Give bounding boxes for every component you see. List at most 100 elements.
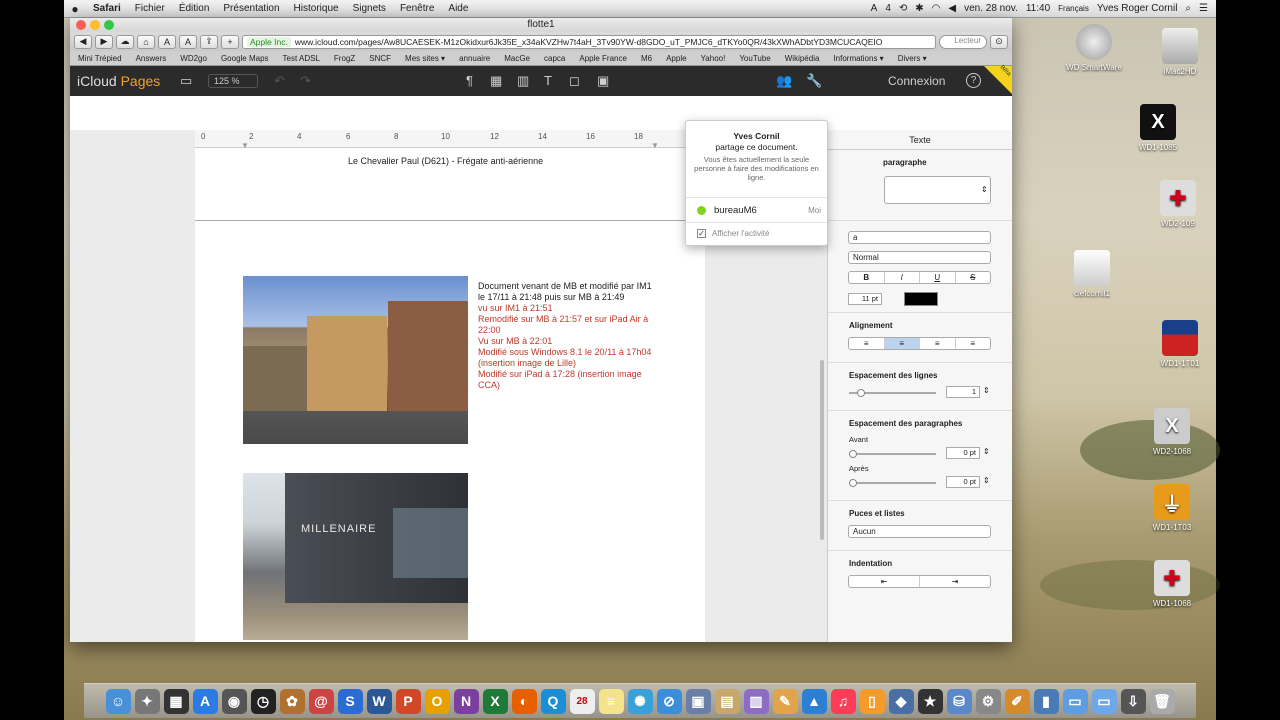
onenote-icon[interactable]: N — [453, 688, 479, 714]
shape-icon[interactable]: ◻ — [569, 73, 580, 89]
line-spacing-field[interactable]: 1 — [946, 386, 980, 398]
home-icon[interactable]: ⌂ — [137, 34, 155, 49]
outlook-icon[interactable]: O — [424, 688, 450, 714]
login-link[interactable]: Connexion — [888, 74, 945, 88]
bookmark-item[interactable]: Test ADSL — [283, 54, 320, 63]
tab-texte[interactable]: Texte — [828, 130, 1012, 150]
ibooks-icon[interactable]: ▯ — [859, 688, 885, 714]
bullets-select[interactable]: Aucun — [848, 525, 991, 538]
font-weight-select[interactable]: Normal — [848, 251, 991, 264]
align-left-icon[interactable]: ≡ — [849, 338, 885, 349]
text-smaller-icon[interactable]: A — [158, 34, 176, 49]
bookmark-item[interactable]: Informations ▾ — [833, 54, 883, 63]
new-tab-icon[interactable]: + — [221, 34, 239, 49]
pages-icon[interactable]: ✎ — [772, 688, 798, 714]
bookmark-item[interactable]: MacGe — [504, 54, 530, 63]
desktop-icon[interactable]: WD SmartWare — [1054, 24, 1134, 72]
calendar-icon[interactable]: 28 — [569, 688, 595, 714]
menu-safari[interactable]: Safari — [86, 3, 128, 14]
notification-center-icon[interactable]: ☰ — [1199, 3, 1208, 14]
bookmark-item[interactable]: FrogZ — [334, 54, 355, 63]
textedit-icon[interactable]: ✐ — [1004, 688, 1030, 714]
excel-icon[interactable]: X — [482, 688, 508, 714]
bookmark-item[interactable]: Wikipédia — [785, 54, 820, 63]
bookmark-item[interactable]: Mes sites ▾ — [405, 54, 445, 63]
image-icon[interactable]: ▣ — [597, 73, 609, 89]
document-scrollbar[interactable] — [820, 360, 824, 540]
indent-marker-icon[interactable]: ▼ — [241, 141, 249, 150]
reader-button[interactable]: Lecteur — [939, 34, 987, 49]
bluetooth-icon[interactable]: ✱ — [915, 3, 923, 14]
decrease-indent-icon[interactable]: ⇤ — [849, 576, 920, 587]
after-field[interactable]: 0 pt — [946, 476, 980, 488]
text-box-icon[interactable]: T — [544, 73, 552, 88]
keynote-icon[interactable]: ▤ — [714, 688, 740, 714]
document-header[interactable]: Le Chevalier Paul (D621) - Frégate anti-… — [348, 156, 543, 166]
timemachine-icon[interactable]: ⟲ — [899, 3, 907, 14]
document-page[interactable]: Le Chevalier Paul (D621) - Frégate anti-… — [195, 130, 705, 642]
menu-presentation[interactable]: Présentation — [216, 3, 286, 14]
certificate-badge[interactable]: Apple Inc. — [247, 36, 291, 47]
increase-indent-icon[interactable]: ⇥ — [920, 576, 990, 587]
italic-button[interactable]: I — [885, 272, 920, 283]
dashboard-icon[interactable]: ◷ — [250, 688, 276, 714]
dropbox-icon[interactable]: ◆ — [888, 688, 914, 714]
bookmark-item[interactable]: SNCF — [369, 54, 391, 63]
close-icon[interactable] — [76, 20, 86, 30]
font-select[interactable]: a — [848, 231, 991, 244]
apple-menu-icon[interactable]: ● — [64, 2, 86, 16]
bookmark-item[interactable]: M6 — [641, 54, 652, 63]
bookmark-item[interactable]: capca — [544, 54, 565, 63]
stepper-icon[interactable]: ⇕ — [983, 476, 990, 485]
menubar-time[interactable]: 11:40 — [1026, 3, 1050, 14]
wifi-icon[interactable]: ◠ — [932, 3, 941, 14]
trash-icon[interactable]: 🗑 — [1149, 688, 1175, 714]
itunes-icon[interactable]: ♫ — [830, 688, 856, 714]
finder-icon[interactable]: ☺ — [105, 688, 131, 714]
disk-utility-icon[interactable]: ⛁ — [946, 688, 972, 714]
bookmark-item[interactable]: annuaire — [459, 54, 490, 63]
camera-icon[interactable]: ◉ — [221, 688, 247, 714]
zoom-select[interactable]: 125 % — [208, 74, 258, 88]
user-name[interactable]: Yves Roger Cornil — [1097, 3, 1178, 14]
powerpoint-icon[interactable]: P — [395, 688, 421, 714]
millenaire-photo[interactable]: MILLENAIRE — [243, 473, 468, 640]
before-field[interactable]: 0 pt — [946, 447, 980, 459]
paragraph-style-select[interactable] — [884, 176, 991, 204]
minimize-icon[interactable] — [90, 20, 100, 30]
image-capture-icon[interactable]: ▣ — [685, 688, 711, 714]
mission-control-icon[interactable]: ▦ — [163, 688, 189, 714]
imovie-icon[interactable]: ★ — [917, 688, 943, 714]
bookmark-item[interactable]: Google Maps — [221, 54, 269, 63]
terminal-icon[interactable]: ▮ — [1033, 688, 1059, 714]
desktop-icon[interactable]: X WD2-1068 — [1132, 408, 1212, 456]
desktop-icon[interactable]: clefcornil1 — [1052, 250, 1132, 298]
align-center-icon[interactable]: ≡ — [884, 338, 920, 349]
right-margin-marker-icon[interactable]: ▼ — [651, 141, 659, 150]
zoom-icon[interactable] — [104, 20, 114, 30]
desktop-icon[interactable]: ⏚ WD1-1T03 — [1132, 484, 1212, 532]
strikethrough-button[interactable]: S — [956, 272, 991, 283]
bookmark-item[interactable]: WD2go — [180, 54, 207, 63]
underline-button[interactable]: U — [920, 272, 956, 283]
contacts-icon[interactable]: @ — [308, 688, 334, 714]
desktop-icon[interactable]: ✚ WD1-1068 — [1132, 560, 1212, 608]
bookmark-item[interactable]: Apple — [666, 54, 686, 63]
after-slider[interactable] — [849, 479, 936, 487]
bold-button[interactable]: B — [849, 272, 885, 283]
redo-icon[interactable]: ↷ — [300, 73, 311, 89]
collaborators-icon[interactable]: 👥 — [776, 73, 792, 89]
bookmark-item[interactable]: YouTube — [739, 54, 770, 63]
document-body[interactable]: Document venant de MB et modifié par IM1… — [478, 281, 653, 391]
table-icon[interactable]: ▦ — [490, 73, 502, 89]
font-size-field[interactable]: 11 pt — [848, 293, 882, 305]
firefox-icon[interactable]: ◐ — [511, 688, 537, 714]
applications-folder-icon[interactable]: ▭ — [1062, 688, 1088, 714]
menu-aide[interactable]: Aide — [441, 3, 475, 14]
input-language[interactable]: Français — [1058, 4, 1089, 13]
photos-icon[interactable]: ✿ — [279, 688, 305, 714]
formatting-marks-icon[interactable]: ¶ — [466, 73, 473, 88]
downloads-stack-icon[interactable]: ⇩ — [1120, 688, 1146, 714]
app-store-icon[interactable]: A — [192, 688, 218, 714]
spotlight-icon[interactable]: ⌕ — [1185, 3, 1191, 14]
